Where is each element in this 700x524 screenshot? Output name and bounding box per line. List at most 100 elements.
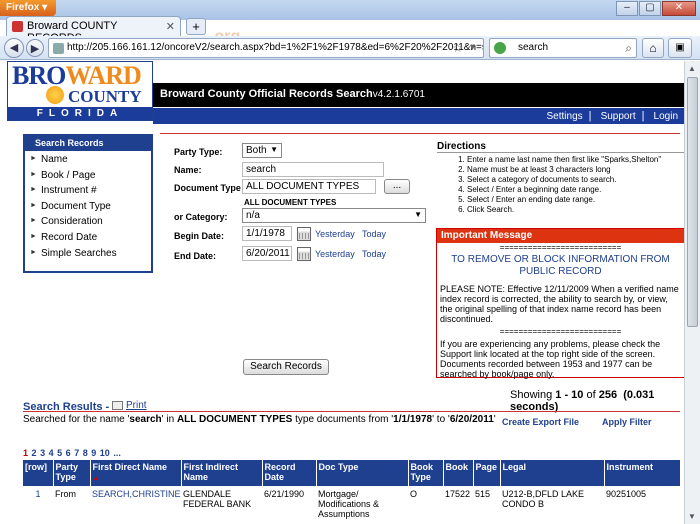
login-link[interactable]: Login — [654, 111, 678, 122]
begin-yesterday-link[interactable]: Yesterday — [315, 229, 355, 239]
page-link[interactable]: 6 — [66, 448, 71, 458]
remove-block-info-link[interactable]: TO REMOVE OR BLOCK INFORMATION FROM PUBL… — [437, 254, 684, 278]
url-dropdown-icon[interactable]: ▼ — [468, 42, 477, 52]
cell-first-direct-name[interactable]: SEARCH,CHRISTINE — [90, 486, 181, 522]
col-header-row[interactable]: [row] — [23, 460, 54, 486]
logo-line2: COUNTY — [68, 87, 142, 106]
menu-item-book-page[interactable]: ► Book / Page — [25, 167, 151, 183]
menu-item-name[interactable]: ► Name — [25, 151, 151, 167]
site-identity-icon — [53, 43, 64, 54]
results-table: [row] Party Type First Direct Name ▲ Firs… — [23, 460, 681, 522]
bullet-icon: ► — [30, 155, 37, 162]
menu-item-document-type[interactable]: ► Document Type — [25, 198, 151, 214]
menu-item-simple-searches[interactable]: ► Simple Searches — [25, 245, 151, 261]
bullet-icon: ► — [30, 186, 37, 194]
party-type-select[interactable]: Both ▼ — [242, 143, 282, 158]
forward-arrow-icon[interactable]: ▶ — [26, 39, 44, 57]
page-link-more[interactable]: ... — [113, 448, 121, 458]
end-today-link[interactable]: Today — [362, 249, 386, 259]
menu-item-consideration[interactable]: ► Consideration — [25, 213, 151, 229]
col-header-doc-type[interactable]: Doc Type — [316, 460, 409, 486]
page-link[interactable]: 3 — [40, 448, 45, 458]
navigation-toolbar: ◀ ▶ http://205.166.161.12/oncoreV2/searc… — [0, 36, 700, 60]
page-link[interactable]: 4 — [49, 448, 54, 458]
end-date-input[interactable]: 6/20/2011 — [242, 246, 292, 261]
document-type-input[interactable]: ALL DOCUMENT TYPES — [242, 179, 376, 194]
search-engine-icon[interactable] — [494, 42, 506, 54]
bookmark-star-icon[interactable]: ☆ — [452, 41, 463, 55]
calendar-icon[interactable] — [297, 247, 311, 261]
logo-line3: FLORIDA — [8, 107, 152, 120]
separator-text: ========================== — [499, 327, 622, 336]
cell-row-number[interactable]: 1 — [23, 486, 53, 522]
pagination: 1 2 3 4 5 6 7 8 9 10 ... — [23, 448, 122, 458]
party-type-label: Party Type: — [174, 147, 223, 157]
direction-step: Select a category of documents to search… — [467, 175, 683, 185]
menu-item-instrument[interactable]: ► Instrument # — [25, 182, 151, 198]
category-select[interactable]: n/a ▼ — [242, 208, 426, 223]
col-header-record-date[interactable]: Record Date — [262, 460, 317, 486]
scrollbar-thumb[interactable] — [687, 77, 698, 327]
site-version: v4.2.1.6701 — [372, 89, 425, 100]
table-header-row: [row] Party Type First Direct Name ▲ Firs… — [23, 460, 681, 486]
broward-county-logo[interactable]: BROWARD COUNTY FLORIDA — [7, 61, 153, 121]
direction-step: Click Search. — [467, 205, 683, 215]
col-header-first-direct-name[interactable]: First Direct Name ▲ — [90, 460, 182, 486]
vertical-scrollbar[interactable]: ▲ ▼ — [684, 61, 700, 524]
cell-book-type: O — [410, 489, 418, 499]
page-link[interactable]: 5 — [57, 448, 62, 458]
search-bar[interactable]: search ⌕ — [489, 38, 637, 58]
page-link[interactable]: 7 — [74, 448, 79, 458]
page-link-current[interactable]: 1 — [23, 448, 28, 458]
document-type-picker-button[interactable]: ... — [384, 179, 410, 194]
col-header-legal[interactable]: Legal — [500, 460, 605, 486]
header-links: Settings | Support | Login — [153, 107, 684, 124]
create-export-file-link[interactable]: Create Export File — [502, 417, 579, 427]
search-records-menu: Search Records ► Name ► Book / Page ► Instr… — [23, 134, 153, 273]
logo-line1: BROWARD — [12, 61, 142, 90]
important-message-box: Important Message ======================… — [436, 228, 684, 379]
calendar-icon[interactable] — [297, 227, 311, 241]
new-tab-button[interactable]: + — [186, 18, 206, 35]
support-link[interactable]: Support — [601, 111, 636, 122]
scroll-up-arrow-icon[interactable]: ▲ — [688, 64, 696, 73]
menu-icon[interactable]: ▣ — [668, 38, 692, 58]
search-icon[interactable]: ⌕ — [625, 41, 632, 56]
menu-item-record-date[interactable]: ► Record Date — [25, 229, 151, 245]
cell-first-indirect-name: GLENDALE FEDERAL BANK — [183, 489, 252, 509]
col-header-first-indirect-name[interactable]: First Indirect Name — [181, 460, 263, 486]
separator-text: ========================== — [499, 243, 622, 252]
col-header-page[interactable]: Page — [473, 460, 501, 486]
browser-tab[interactable]: Broward COUNTY RECORDS ✕ — [6, 16, 181, 44]
bullet-icon: ► — [30, 170, 37, 178]
search-records-button[interactable]: Search Records — [243, 359, 329, 375]
back-arrow-icon[interactable]: ◀ — [4, 38, 24, 58]
search-summary: Searched for the name 'search' in ALL DO… — [23, 414, 496, 425]
begin-date-label: Begin Date: — [174, 231, 225, 241]
table-row[interactable]: 1 From SEARCH,CHRISTINE GLENDALE FEDERAL… — [23, 486, 680, 522]
chevron-down-icon: ▼ — [414, 210, 422, 219]
end-yesterday-link[interactable]: Yesterday — [315, 249, 355, 259]
col-header-book[interactable]: Book — [443, 460, 474, 486]
col-header-book-type[interactable]: Book Type — [408, 460, 444, 486]
tab-close-icon[interactable]: ✕ — [166, 20, 175, 33]
page-link[interactable]: 8 — [83, 448, 88, 458]
begin-today-link[interactable]: Today — [362, 229, 386, 239]
settings-link[interactable]: Settings — [547, 111, 583, 122]
scroll-down-arrow-icon[interactable]: ▼ — [688, 512, 696, 521]
begin-date-input[interactable]: 1/1/1978 — [242, 226, 292, 241]
apply-filter-link[interactable]: Apply Filter — [602, 417, 652, 427]
name-input[interactable]: search — [242, 162, 384, 177]
page-link[interactable]: 10 — [100, 448, 110, 458]
cell-doc-type: Mortgage/ Modifications & Assumptions — [318, 489, 380, 519]
col-header-instrument[interactable]: Instrument — [604, 460, 681, 486]
url-bar[interactable]: http://205.166.161.12/oncoreV2/search.as… — [48, 38, 484, 58]
directions-title: Directions — [437, 141, 486, 152]
col-header-party-type[interactable]: Party Type — [53, 460, 91, 486]
print-link[interactable]: Print — [112, 400, 147, 411]
page-link[interactable]: 9 — [91, 448, 96, 458]
page-link[interactable]: 2 — [32, 448, 37, 458]
home-icon[interactable]: ⌂ — [642, 38, 664, 58]
results-count: Showing 1 - 10 of 256 (0.031 seconds) — [510, 389, 655, 413]
end-date-label: End Date: — [174, 251, 217, 261]
